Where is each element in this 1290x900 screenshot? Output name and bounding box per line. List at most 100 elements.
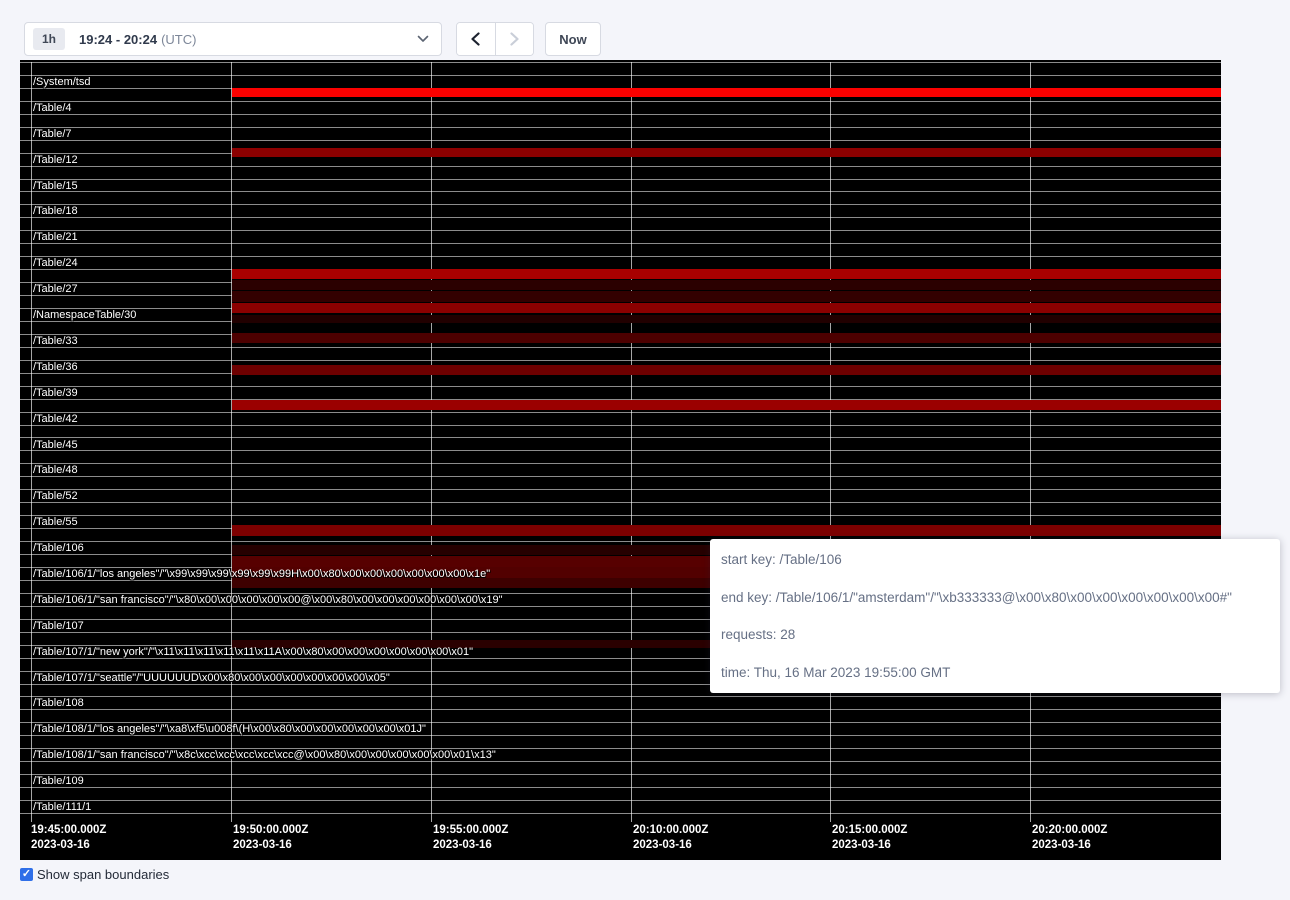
next-interval-button[interactable] bbox=[495, 23, 533, 55]
span-boundary-line bbox=[20, 450, 1221, 451]
axis-time: 19:55:00.000Z bbox=[433, 823, 508, 838]
heat-band[interactable] bbox=[232, 269, 1221, 279]
row-label: /Table/27 bbox=[33, 283, 78, 296]
tooltip-line: start key: /Table/106 bbox=[721, 552, 1269, 567]
heat-band[interactable] bbox=[232, 148, 1221, 157]
span-boundary-line bbox=[20, 412, 1221, 413]
axis-tick-label: 19:45:00.000Z2023-03-16 bbox=[31, 823, 106, 853]
span-boundary-line bbox=[20, 437, 1221, 438]
heat-band[interactable] bbox=[232, 333, 1221, 343]
checked-checkbox-icon[interactable]: ✓ bbox=[20, 868, 33, 881]
span-boundary-line bbox=[20, 127, 1221, 128]
span-boundary-line bbox=[20, 425, 1221, 426]
heat-band[interactable] bbox=[232, 291, 1221, 302]
row-label: /Table/52 bbox=[33, 490, 78, 503]
row-label: /NamespaceTable/30 bbox=[33, 309, 136, 322]
heat-band[interactable] bbox=[232, 365, 1221, 375]
heat-band[interactable] bbox=[232, 525, 1221, 536]
axis-tick-label: 19:50:00.000Z2023-03-16 bbox=[233, 823, 308, 853]
row-label: /Table/109 bbox=[33, 775, 84, 788]
heatmap-canvas[interactable]: /System/tsd/Table/4/Table/7/Table/12/Tab… bbox=[20, 60, 1221, 860]
chevron-left-icon bbox=[470, 32, 481, 46]
heat-band[interactable] bbox=[232, 400, 1221, 410]
range-text: 19:24 - 20:24 bbox=[79, 32, 157, 47]
row-label: /Table/15 bbox=[33, 180, 78, 193]
row-label: /Table/55 bbox=[33, 516, 78, 529]
row-label: /Table/42 bbox=[33, 413, 78, 426]
axis-time: 20:10:00.000Z bbox=[633, 823, 708, 838]
span-boundary-line bbox=[20, 360, 1221, 361]
row-label: /Table/18 bbox=[33, 205, 78, 218]
checkbox-label: Show span boundaries bbox=[37, 867, 169, 882]
now-button[interactable]: Now bbox=[545, 22, 601, 56]
row-label: /Table/4 bbox=[33, 102, 72, 115]
time-gridline bbox=[830, 62, 831, 822]
span-boundary-line bbox=[20, 204, 1221, 205]
time-range-selector[interactable]: 1h 19:24 - 20:24 (UTC) bbox=[24, 22, 442, 56]
span-boundary-line bbox=[20, 243, 1221, 244]
row-label: /Table/108/1/"los angeles"/"\xa8\xf5\u00… bbox=[33, 723, 426, 736]
axis-date: 2023-03-16 bbox=[433, 838, 508, 853]
span-boundary-line bbox=[20, 217, 1221, 218]
chevron-down-icon bbox=[417, 35, 429, 43]
span-boundary-line bbox=[20, 256, 1221, 257]
heat-band[interactable] bbox=[232, 315, 1221, 323]
row-label: /Table/106/1/"los angeles"/"\x99\x99\x99… bbox=[33, 568, 490, 581]
axis-date: 2023-03-16 bbox=[633, 838, 708, 853]
row-label: /Table/24 bbox=[33, 257, 78, 270]
span-boundary-line bbox=[20, 179, 1221, 180]
axis-tick-label: 20:20:00.000Z2023-03-16 bbox=[1032, 823, 1107, 853]
axis-date: 2023-03-16 bbox=[233, 838, 308, 853]
row-label: /Table/7 bbox=[33, 128, 72, 141]
span-boundary-line bbox=[20, 696, 1221, 697]
span-boundary-line bbox=[20, 75, 1221, 76]
row-label: /Table/21 bbox=[33, 231, 78, 244]
span-tooltip: start key: /Table/106 end key: /Table/106… bbox=[710, 539, 1280, 693]
heat-band[interactable] bbox=[232, 303, 1221, 313]
row-label: /Table/107 bbox=[33, 620, 84, 633]
row-label: /Table/111/1 bbox=[33, 801, 91, 814]
row-label: /Table/12 bbox=[33, 154, 78, 167]
span-boundary-line bbox=[20, 787, 1221, 788]
span-boundary-line bbox=[20, 230, 1221, 231]
time-gridline bbox=[1030, 62, 1031, 822]
row-label: /Table/48 bbox=[33, 464, 78, 477]
row-label: /Table/106 bbox=[33, 542, 84, 555]
span-boundary-line bbox=[20, 813, 1221, 814]
chevron-right-icon bbox=[509, 32, 520, 46]
span-boundary-line bbox=[20, 800, 1221, 801]
row-label: /Table/36 bbox=[33, 361, 78, 374]
row-label: /Table/107/1/"seattle"/"UUUUUUD\x00\x80\… bbox=[33, 672, 390, 685]
heat-band[interactable] bbox=[232, 280, 1221, 290]
tooltip-line: time: Thu, 16 Mar 2023 19:55:00 GMT bbox=[721, 665, 1269, 680]
span-boundary-line bbox=[20, 476, 1221, 477]
show-span-boundaries-toggle[interactable]: ✓ Show span boundaries bbox=[20, 867, 169, 882]
tooltip-line: end key: /Table/106/1/"amsterdam"/"\xb33… bbox=[721, 590, 1269, 605]
time-nav-group bbox=[456, 22, 534, 56]
range-timezone: (UTC) bbox=[161, 32, 196, 47]
span-boundary-line bbox=[20, 101, 1221, 102]
axis-tick-label: 19:55:00.000Z2023-03-16 bbox=[433, 823, 508, 853]
time-gridline bbox=[631, 62, 632, 822]
axis-date: 2023-03-16 bbox=[31, 838, 106, 853]
axis-time: 20:20:00.000Z bbox=[1032, 823, 1107, 838]
axis-tick-label: 20:10:00.000Z2023-03-16 bbox=[633, 823, 708, 853]
span-boundary-line bbox=[20, 709, 1221, 710]
time-gridline bbox=[231, 62, 232, 822]
range-duration-badge: 1h bbox=[33, 28, 65, 50]
prev-interval-button[interactable] bbox=[457, 23, 495, 55]
span-boundary-line bbox=[20, 515, 1221, 516]
span-boundary-line bbox=[20, 166, 1221, 167]
tooltip-line: requests: 28 bbox=[721, 627, 1269, 642]
heat-band[interactable] bbox=[232, 88, 1221, 97]
span-boundary-line bbox=[20, 386, 1221, 387]
axis-date: 2023-03-16 bbox=[832, 838, 907, 853]
axis-time: 20:15:00.000Z bbox=[832, 823, 907, 838]
span-boundary-line bbox=[20, 502, 1221, 503]
span-boundary-line bbox=[20, 347, 1221, 348]
row-label: /Table/33 bbox=[33, 335, 78, 348]
row-label: /Table/106/1/"san francisco"/"\x80\x00\x… bbox=[33, 594, 503, 607]
span-boundary-line bbox=[20, 140, 1221, 141]
axis-time: 19:45:00.000Z bbox=[31, 823, 106, 838]
row-label: /Table/108/1/"san francisco"/"\x8c\xcc\x… bbox=[33, 749, 496, 762]
